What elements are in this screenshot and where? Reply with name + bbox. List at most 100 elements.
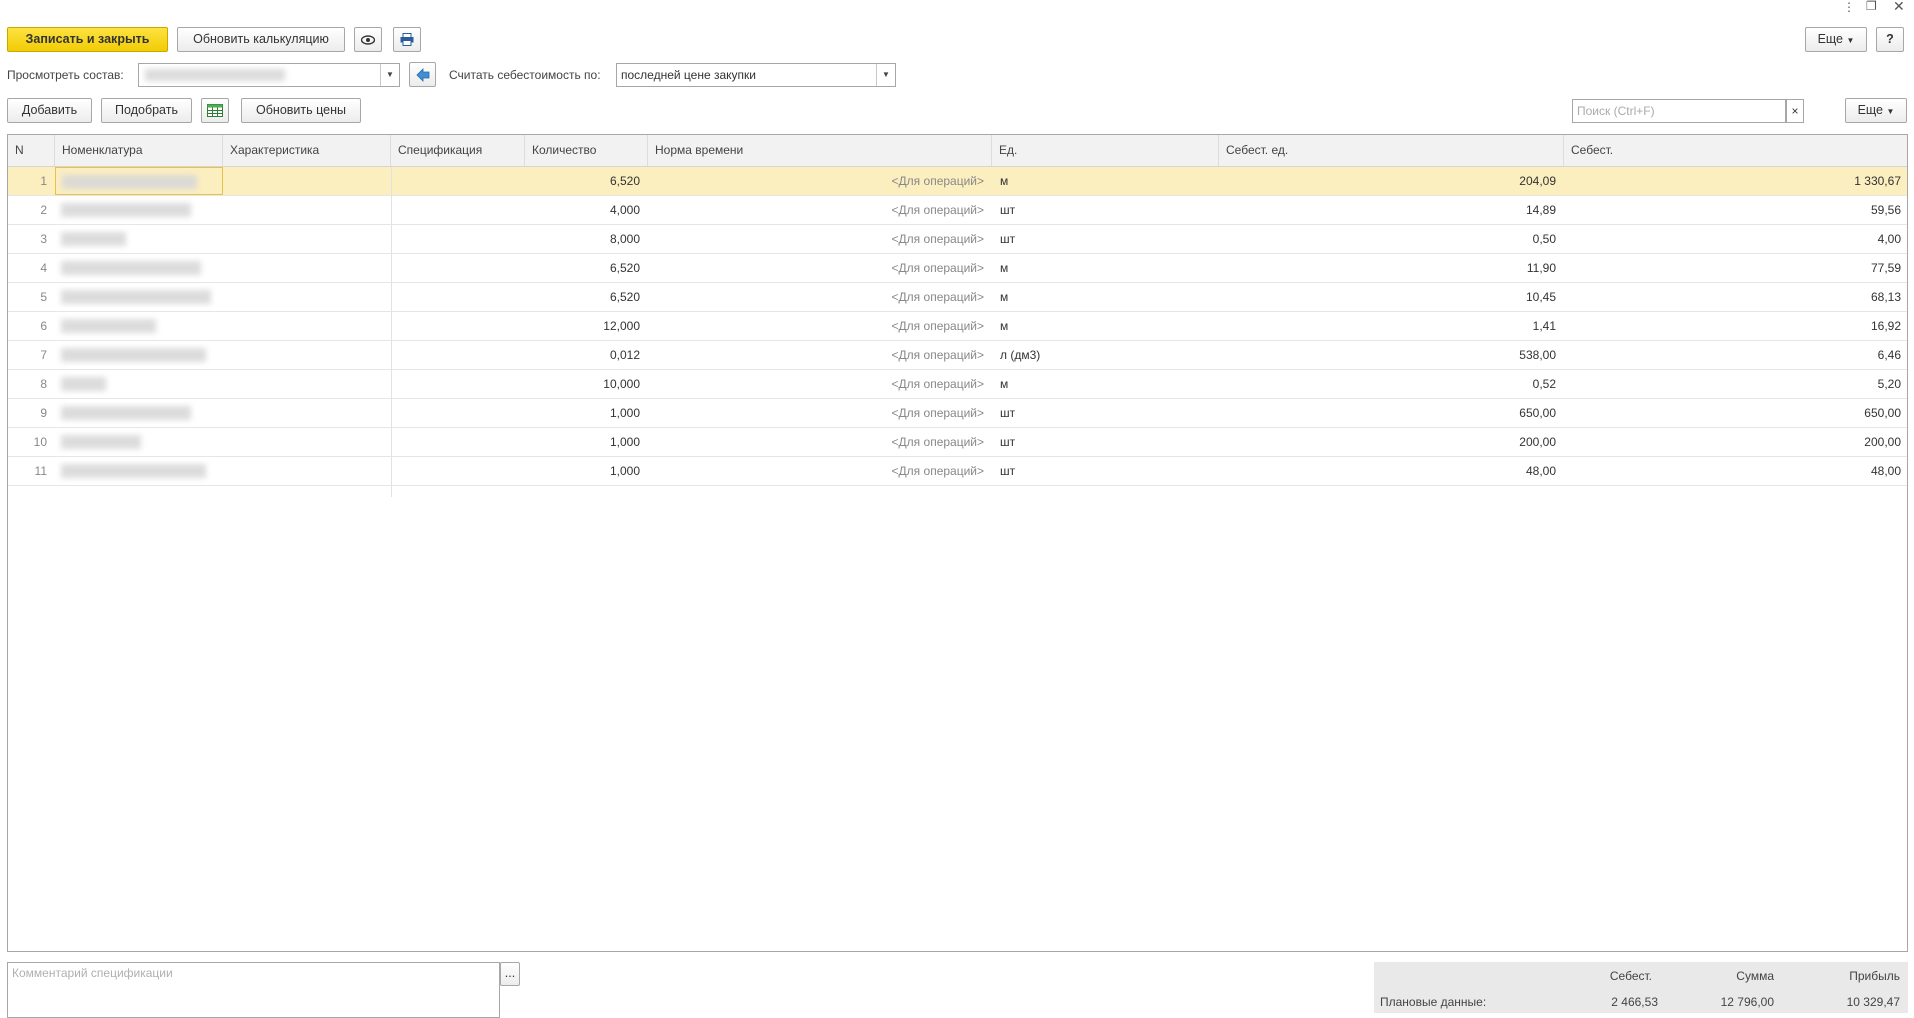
- table-row[interactable]: 1 6,520 <Для операций> м 204,09 1 330,67: [8, 167, 1907, 196]
- col-nomenclature[interactable]: Номенклатура: [55, 135, 223, 166]
- nomenclature-cell[interactable]: [55, 167, 223, 195]
- nomenclature-cell[interactable]: [55, 196, 223, 224]
- unit-cell[interactable]: м: [992, 370, 1219, 398]
- unit-cost-cell[interactable]: 48,00: [1219, 457, 1564, 485]
- col-unit-cost[interactable]: Себест. ед.: [1219, 135, 1564, 166]
- characteristic-cell[interactable]: [223, 254, 391, 282]
- cost-cell[interactable]: 4,00: [1564, 225, 1907, 253]
- quantity-cell[interactable]: 6,520: [525, 283, 648, 311]
- quantity-cell[interactable]: 12,000: [525, 312, 648, 340]
- cost-cell[interactable]: 5,20: [1564, 370, 1907, 398]
- unit-cost-cell[interactable]: 650,00: [1219, 399, 1564, 427]
- table-row[interactable]: 2 4,000 <Для операций> шт 14,89 59,56: [8, 196, 1907, 225]
- unit-cell[interactable]: шт: [992, 399, 1219, 427]
- cost-cell[interactable]: 16,92: [1564, 312, 1907, 340]
- unit-cell[interactable]: м: [992, 312, 1219, 340]
- time-norm-cell[interactable]: <Для операций>: [648, 283, 992, 311]
- time-norm-cell[interactable]: <Для операций>: [648, 399, 992, 427]
- time-norm-cell[interactable]: <Для операций>: [648, 341, 992, 369]
- nomenclature-cell[interactable]: [55, 341, 223, 369]
- characteristic-cell[interactable]: [223, 370, 391, 398]
- add-button[interactable]: Добавить: [7, 98, 92, 123]
- nomenclature-cell[interactable]: [55, 399, 223, 427]
- unit-cell[interactable]: шт: [992, 457, 1219, 485]
- comment-expand-button[interactable]: ...: [500, 962, 520, 986]
- nomenclature-cell[interactable]: [55, 312, 223, 340]
- table-row[interactable]: 5 6,520 <Для операций> м 10,45 68,13: [8, 283, 1907, 312]
- nomenclature-cell[interactable]: [55, 370, 223, 398]
- time-norm-cell[interactable]: <Для операций>: [648, 167, 992, 195]
- close-icon[interactable]: ✕: [1893, 0, 1905, 15]
- unit-cost-cell[interactable]: 11,90: [1219, 254, 1564, 282]
- quantity-cell[interactable]: 6,520: [525, 167, 648, 195]
- more-button[interactable]: Еще ▼: [1805, 27, 1867, 52]
- unit-cost-cell[interactable]: 538,00: [1219, 341, 1564, 369]
- unit-cell[interactable]: шт: [992, 428, 1219, 456]
- specification-cell[interactable]: [391, 254, 525, 282]
- col-specification[interactable]: Спецификация: [391, 135, 525, 166]
- unit-cell[interactable]: шт: [992, 196, 1219, 224]
- dropdown-icon[interactable]: ▼: [876, 64, 895, 86]
- quantity-cell[interactable]: 6,520: [525, 254, 648, 282]
- items-table[interactable]: N Номенклатура Характеристика Спецификац…: [7, 134, 1908, 952]
- save-and-close-button[interactable]: Записать и закрыть: [7, 27, 168, 52]
- quantity-cell[interactable]: 1,000: [525, 428, 648, 456]
- col-cost[interactable]: Себест.: [1564, 135, 1907, 166]
- specification-cell[interactable]: [391, 312, 525, 340]
- col-characteristic[interactable]: Характеристика: [223, 135, 391, 166]
- nomenclature-cell[interactable]: [55, 428, 223, 456]
- cost-cell[interactable]: 1 330,67: [1564, 167, 1907, 195]
- unit-cost-cell[interactable]: 0,52: [1219, 370, 1564, 398]
- table-row[interactable]: 10 1,000 <Для операций> шт 200,00 200,00: [8, 428, 1907, 457]
- time-norm-cell[interactable]: <Для операций>: [648, 457, 992, 485]
- cost-cell[interactable]: 77,59: [1564, 254, 1907, 282]
- specification-cell[interactable]: [391, 283, 525, 311]
- characteristic-cell[interactable]: [223, 283, 391, 311]
- characteristic-cell[interactable]: [223, 399, 391, 427]
- unit-cell[interactable]: л (дм3): [992, 341, 1219, 369]
- print-button[interactable]: [393, 27, 421, 52]
- time-norm-cell[interactable]: <Для операций>: [648, 196, 992, 224]
- unit-cell[interactable]: м: [992, 167, 1219, 195]
- more-vert-icon[interactable]: ⋮: [1843, 0, 1855, 14]
- search-input[interactable]: Поиск (Ctrl+F): [1572, 99, 1786, 123]
- cost-cell[interactable]: 48,00: [1564, 457, 1907, 485]
- col-unit[interactable]: Ед.: [992, 135, 1219, 166]
- characteristic-cell[interactable]: [223, 457, 391, 485]
- time-norm-cell[interactable]: <Для операций>: [648, 312, 992, 340]
- col-n[interactable]: N: [8, 135, 55, 166]
- cost-basis-select[interactable]: последней цене закупки ▼: [616, 63, 896, 87]
- quantity-cell[interactable]: 8,000: [525, 225, 648, 253]
- dropdown-icon[interactable]: ▼: [380, 64, 399, 86]
- table-row[interactable]: 6 12,000 <Для операций> м 1,41 16,92: [8, 312, 1907, 341]
- cost-cell[interactable]: 59,56: [1564, 196, 1907, 224]
- specification-cell[interactable]: [391, 225, 525, 253]
- table-row[interactable]: 7 0,012 <Для операций> л (дм3) 538,00 6,46: [8, 341, 1907, 370]
- specification-cell[interactable]: [391, 457, 525, 485]
- table-row[interactable]: 4 6,520 <Для операций> м 11,90 77,59: [8, 254, 1907, 283]
- table-row[interactable]: 9 1,000 <Для операций> шт 650,00 650,00: [8, 399, 1907, 428]
- cost-cell[interactable]: 68,13: [1564, 283, 1907, 311]
- time-norm-cell[interactable]: <Для операций>: [648, 428, 992, 456]
- unit-cost-cell[interactable]: 204,09: [1219, 167, 1564, 195]
- clear-search-button[interactable]: ×: [1786, 99, 1804, 123]
- quantity-cell[interactable]: 10,000: [525, 370, 648, 398]
- time-norm-cell[interactable]: <Для операций>: [648, 370, 992, 398]
- back-button[interactable]: [409, 62, 436, 87]
- specification-cell[interactable]: [391, 399, 525, 427]
- restore-icon[interactable]: ❐: [1866, 0, 1877, 13]
- specification-cell[interactable]: [391, 196, 525, 224]
- quantity-cell[interactable]: 1,000: [525, 399, 648, 427]
- unit-cell[interactable]: м: [992, 254, 1219, 282]
- characteristic-cell[interactable]: [223, 341, 391, 369]
- view-button[interactable]: [354, 27, 382, 52]
- characteristic-cell[interactable]: [223, 225, 391, 253]
- unit-cost-cell[interactable]: 200,00: [1219, 428, 1564, 456]
- cost-cell[interactable]: 200,00: [1564, 428, 1907, 456]
- table-row[interactable]: 3 8,000 <Для операций> шт 0,50 4,00: [8, 225, 1907, 254]
- nomenclature-cell[interactable]: [55, 457, 223, 485]
- characteristic-cell[interactable]: [223, 167, 391, 195]
- specification-cell[interactable]: [391, 341, 525, 369]
- time-norm-cell[interactable]: <Для операций>: [648, 254, 992, 282]
- help-button[interactable]: ?: [1876, 27, 1904, 52]
